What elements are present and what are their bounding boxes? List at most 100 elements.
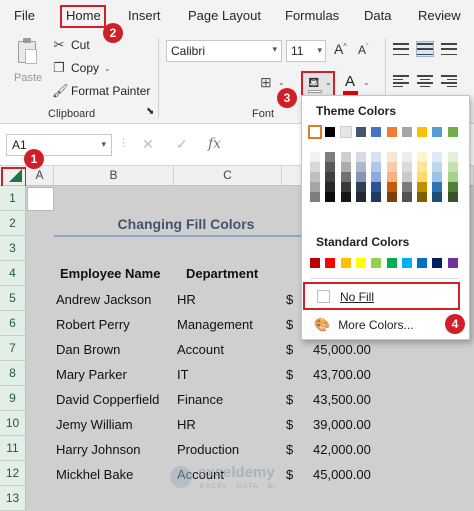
menu-formulas[interactable]: Formulas	[285, 8, 339, 23]
row-header[interactable]: 4	[0, 261, 26, 286]
theme-shade-swatch[interactable]	[371, 162, 382, 172]
menu-review[interactable]: Review	[418, 8, 461, 23]
standard-color-swatch[interactable]	[340, 258, 351, 268]
theme-color-swatch[interactable]	[386, 127, 397, 137]
standard-color-swatch[interactable]	[432, 258, 443, 268]
cut-button[interactable]: ✂ Cut	[52, 37, 90, 53]
row-header[interactable]: 10	[0, 411, 26, 436]
fill-color-button[interactable]: ⛾ ⌄	[301, 71, 335, 97]
theme-shade-swatch[interactable]	[355, 152, 366, 162]
theme-color-swatch[interactable]	[371, 127, 382, 137]
theme-shade-swatch[interactable]	[432, 192, 443, 202]
row-header[interactable]: 8	[0, 361, 26, 386]
theme-color-swatch[interactable]	[355, 127, 366, 137]
column-header-a[interactable]: A	[26, 166, 54, 186]
align-right-icon[interactable]	[441, 74, 457, 88]
more-colors-option[interactable]: 🎨 More Colors...	[314, 317, 414, 333]
theme-shade-swatch[interactable]	[310, 152, 320, 162]
theme-shade-swatch[interactable]	[386, 192, 397, 202]
theme-shade-swatch[interactable]	[340, 172, 351, 182]
theme-shade-swatch[interactable]	[447, 182, 458, 192]
row-header[interactable]: 12	[0, 461, 26, 486]
theme-shade-swatch[interactable]	[325, 182, 336, 192]
font-size-box[interactable]: 11 ▾	[286, 40, 326, 62]
standard-color-swatch[interactable]	[401, 258, 412, 268]
theme-color-swatch[interactable]	[447, 127, 458, 137]
align-bottom-icon[interactable]	[441, 42, 457, 56]
enter-icon[interactable]: ✓	[176, 136, 188, 153]
borders-icon[interactable]: ⊞	[260, 74, 272, 91]
theme-shade-swatch[interactable]	[432, 152, 443, 162]
theme-shade-swatch[interactable]	[432, 172, 443, 182]
theme-shade-swatch[interactable]	[401, 172, 412, 182]
row-header[interactable]: 6	[0, 311, 26, 336]
theme-shade-swatch[interactable]	[355, 192, 366, 202]
theme-color-swatch[interactable]	[308, 125, 322, 139]
theme-shade-swatch[interactable]	[447, 162, 458, 172]
theme-shade-swatch[interactable]	[371, 172, 382, 182]
row-header[interactable]: 9	[0, 386, 26, 411]
no-fill-option[interactable]: No Fill	[303, 282, 460, 310]
standard-color-swatch[interactable]	[310, 258, 320, 268]
theme-shade-swatch[interactable]	[447, 192, 458, 202]
function-icon[interactable]: fx	[208, 136, 221, 152]
standard-color-swatch[interactable]	[325, 258, 336, 268]
theme-shade-swatch[interactable]	[386, 152, 397, 162]
align-left-icon[interactable]	[393, 74, 409, 88]
theme-shade-swatch[interactable]	[371, 192, 382, 202]
chevron-down-icon[interactable]: ⌄	[278, 78, 285, 87]
theme-shade-swatch[interactable]	[432, 182, 443, 192]
theme-shade-swatch[interactable]	[340, 162, 351, 172]
theme-color-swatch[interactable]	[325, 127, 336, 137]
standard-color-swatch[interactable]	[386, 258, 397, 268]
name-box[interactable]: A1 ▾	[6, 134, 112, 156]
align-middle-icon[interactable]	[416, 41, 434, 57]
theme-shade-swatch[interactable]	[340, 192, 351, 202]
theme-shade-swatch[interactable]	[447, 172, 458, 182]
menu-insert[interactable]: Insert	[128, 8, 161, 23]
row-header[interactable]: 3	[0, 236, 26, 261]
theme-color-swatch[interactable]	[401, 127, 412, 137]
row-header[interactable]: 7	[0, 336, 26, 361]
theme-shade-swatch[interactable]	[310, 182, 320, 192]
theme-shade-swatch[interactable]	[325, 192, 336, 202]
theme-shade-swatch[interactable]	[340, 182, 351, 192]
theme-shade-swatch[interactable]	[355, 172, 366, 182]
standard-color-swatch[interactable]	[417, 258, 428, 268]
standard-color-swatch[interactable]	[371, 258, 382, 268]
row-header[interactable]: 11	[0, 436, 26, 461]
theme-shade-swatch[interactable]	[447, 152, 458, 162]
format-painter-button[interactable]: 🖌 Format Painter	[52, 83, 150, 99]
theme-shade-swatch[interactable]	[371, 182, 382, 192]
theme-shade-swatch[interactable]	[432, 162, 443, 172]
theme-shade-swatch[interactable]	[417, 162, 428, 172]
font-color-button[interactable]: A	[342, 73, 360, 95]
theme-shade-swatch[interactable]	[401, 182, 412, 192]
paste-button[interactable]: Paste	[10, 37, 44, 99]
menu-file[interactable]: File	[14, 8, 35, 23]
theme-shade-swatch[interactable]	[325, 152, 336, 162]
theme-shade-swatch[interactable]	[386, 162, 397, 172]
theme-color-swatch[interactable]	[432, 127, 443, 137]
theme-color-swatch[interactable]	[417, 127, 428, 137]
dialog-launcher-icon[interactable]: ⬊	[146, 106, 154, 117]
column-header-b[interactable]: B	[54, 166, 174, 186]
theme-shade-swatch[interactable]	[310, 192, 320, 202]
theme-shade-swatch[interactable]	[401, 192, 412, 202]
theme-shade-swatch[interactable]	[355, 162, 366, 172]
cell-a1[interactable]	[27, 187, 54, 211]
theme-shade-swatch[interactable]	[325, 172, 336, 182]
row-header[interactable]: 5	[0, 286, 26, 311]
menu-page-layout[interactable]: Page Layout	[188, 8, 261, 23]
column-header-c[interactable]: C	[174, 166, 282, 186]
theme-shade-swatch[interactable]	[417, 182, 428, 192]
chevron-down-icon[interactable]: ⌄	[363, 78, 370, 87]
theme-color-swatch[interactable]	[339, 126, 352, 138]
theme-shade-swatch[interactable]	[355, 182, 366, 192]
theme-shade-swatch[interactable]	[401, 162, 412, 172]
menu-data[interactable]: Data	[364, 8, 391, 23]
theme-shade-swatch[interactable]	[310, 162, 320, 172]
theme-shade-swatch[interactable]	[386, 172, 397, 182]
align-center-icon[interactable]	[417, 74, 433, 88]
theme-shade-swatch[interactable]	[401, 152, 412, 162]
